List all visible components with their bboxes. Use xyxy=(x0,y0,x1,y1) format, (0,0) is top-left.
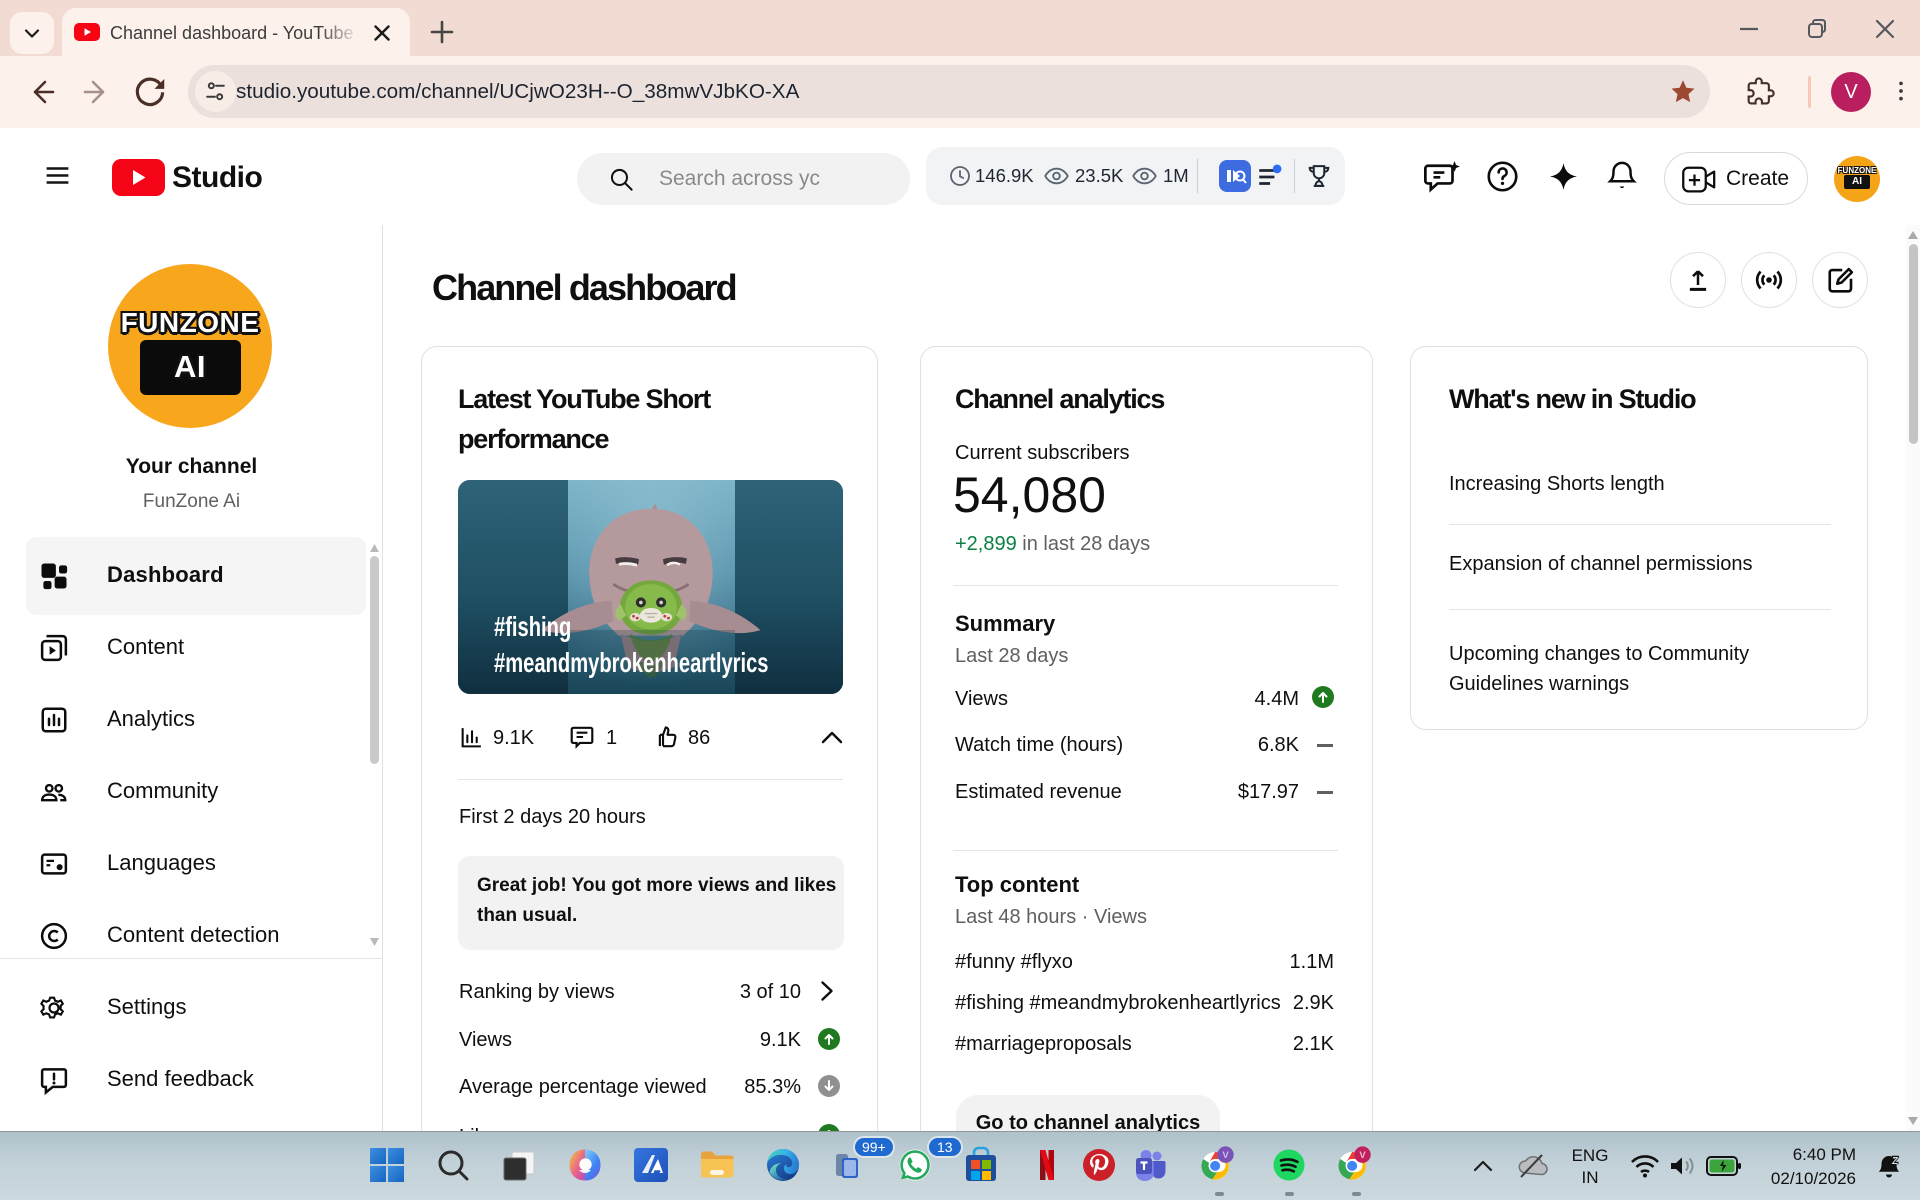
svg-text:V: V xyxy=(1359,1150,1366,1161)
svg-text:V: V xyxy=(1222,1150,1229,1161)
